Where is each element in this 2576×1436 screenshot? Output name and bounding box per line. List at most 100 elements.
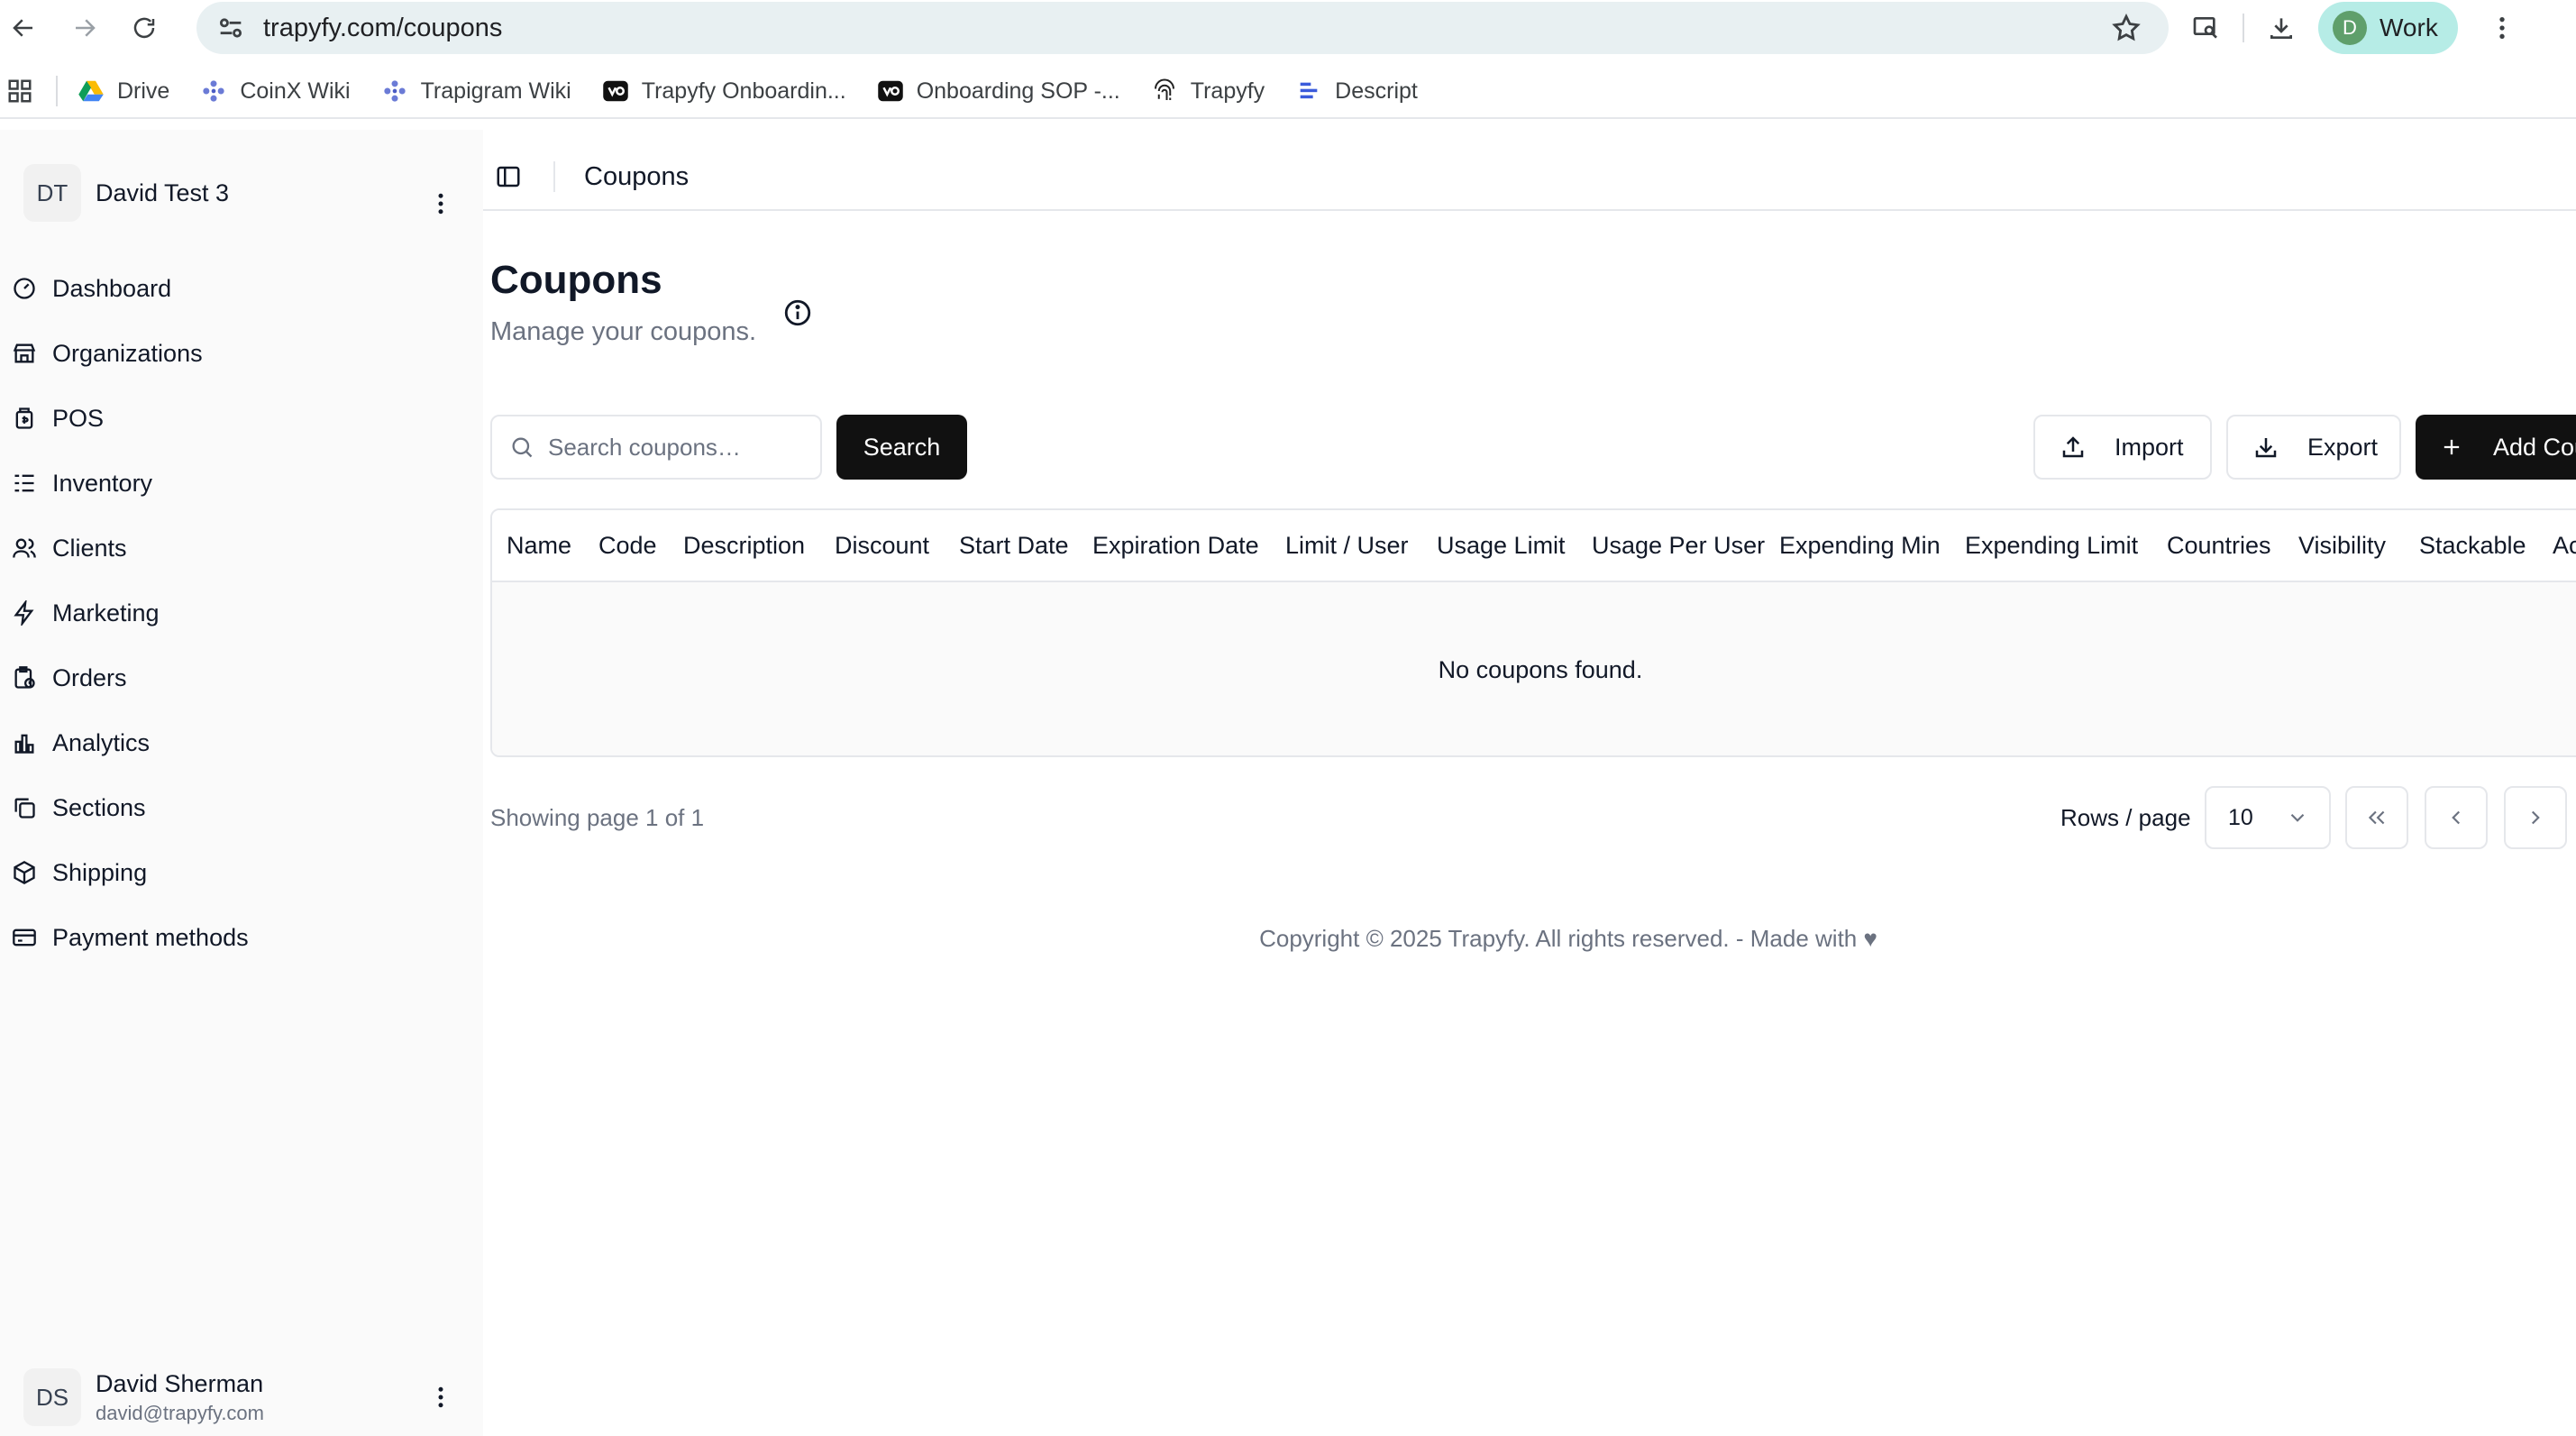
download-icon — [2252, 433, 2280, 462]
org-name: David Test 3 — [96, 178, 230, 206]
list-icon — [11, 470, 38, 497]
search-field[interactable] — [490, 415, 822, 480]
table-header: Name Code Description Discount Start Dat… — [492, 510, 2576, 582]
column-header[interactable]: Expending Min — [1779, 532, 1941, 560]
bolt-icon — [11, 599, 38, 627]
bookmarks-divider — [56, 76, 58, 106]
bookmark-star-icon[interactable] — [2111, 13, 2142, 43]
loom-icon — [877, 78, 904, 105]
main-header: Coupons — [483, 144, 2576, 211]
column-header[interactable]: Usage Per User — [1592, 532, 1765, 560]
reload-button[interactable] — [121, 5, 168, 51]
column-header[interactable]: Visibility — [2298, 532, 2386, 560]
column-header[interactable]: Name — [507, 532, 571, 560]
org-menu-icon[interactable] — [427, 186, 454, 222]
column-header[interactable]: Code — [598, 532, 657, 560]
sidebar-item-organizations[interactable]: Organizations — [0, 321, 483, 386]
upload-icon — [2059, 433, 2087, 462]
tab-search-icon[interactable] — [2181, 4, 2230, 52]
site-settings-icon[interactable] — [215, 12, 247, 44]
wiki-icon — [381, 78, 408, 105]
chevrons-left-icon — [2368, 810, 2385, 825]
coupons-table: Name Code Description Discount Start Dat… — [490, 508, 2576, 757]
bookmark-trapyfy[interactable]: Trapyfy — [1151, 78, 1265, 105]
bookmark-coinx-wiki[interactable]: CoinX Wiki — [200, 78, 351, 105]
sidebar-item-dashboard[interactable]: Dashboard — [0, 256, 483, 321]
table-empty-row: No coupons found. — [492, 582, 2576, 755]
profile-button[interactable]: D Work — [2318, 2, 2458, 54]
address-bar[interactable]: trapyfy.com/coupons — [196, 2, 2169, 54]
search-button[interactable]: Search — [836, 415, 967, 480]
column-header[interactable]: Limit / User — [1285, 532, 1409, 560]
sidebar: DT David Test 3 Dashboard Organizations … — [0, 130, 483, 1436]
rows-per-page-value: 10 — [2228, 804, 2253, 830]
page-subtitle: Manage your coupons. — [490, 317, 757, 346]
user-menu[interactable]: DS David Sherman david@trapyfy.com — [23, 1368, 264, 1426]
sidebar-item-marketing[interactable]: Marketing — [0, 581, 483, 645]
sidebar-item-payment-methods[interactable]: Payment methods — [0, 905, 483, 970]
sidebar-toggle-icon[interactable] — [494, 162, 523, 191]
apps-grid-icon[interactable] — [2, 73, 38, 109]
info-icon[interactable] — [782, 297, 813, 328]
sidebar-item-orders[interactable]: Orders — [0, 645, 483, 710]
sidebar-item-analytics[interactable]: Analytics — [0, 710, 483, 775]
footer-copyright: Copyright © 2025 Trapyfy. All rights res… — [1259, 925, 1877, 952]
reload-icon — [133, 17, 155, 39]
bookmark-drive[interactable]: Drive — [78, 78, 169, 105]
column-header[interactable]: Start Date — [959, 532, 1069, 560]
column-header[interactable]: Stackable — [2419, 532, 2526, 560]
sidebar-item-label: Marketing — [52, 599, 160, 627]
chevron-right-icon — [2531, 810, 2540, 825]
column-header[interactable]: Expending Limit — [1965, 532, 2138, 560]
chevron-down-icon — [2290, 813, 2305, 822]
forward-button[interactable] — [61, 5, 108, 51]
org-switcher[interactable]: DT David Test 3 — [23, 164, 229, 222]
user-avatar: DS — [23, 1368, 81, 1426]
import-button[interactable]: Import — [2033, 415, 2212, 480]
user-info: David Sherman david@trapyfy.com — [96, 1370, 264, 1425]
browser-menu-icon[interactable] — [2478, 4, 2526, 52]
export-button[interactable]: Export — [2226, 415, 2401, 480]
package-icon — [11, 859, 38, 886]
fingerprint-icon — [1151, 78, 1178, 105]
add-coupon-label: Add Coupon — [2493, 433, 2576, 461]
column-header[interactable]: Description — [683, 532, 805, 560]
sidebar-item-shipping[interactable]: Shipping — [0, 840, 483, 905]
descript-icon — [1295, 78, 1322, 105]
column-header[interactable]: Actions — [2553, 532, 2576, 560]
add-coupon-button[interactable]: Add Coupon — [2416, 415, 2576, 480]
sidebar-item-sections[interactable]: Sections — [0, 775, 483, 840]
column-header[interactable]: Countries — [2167, 532, 2271, 560]
sidebar-item-clients[interactable]: Clients — [0, 516, 483, 581]
sidebar-item-label: Dashboard — [52, 274, 172, 302]
sidebar-item-label: Inventory — [52, 469, 153, 497]
arrow-right-icon — [76, 19, 96, 37]
sidebar-item-inventory[interactable]: Inventory — [0, 451, 483, 516]
plus-icon — [2437, 433, 2466, 462]
pos-icon — [11, 405, 38, 432]
first-page-button[interactable] — [2345, 786, 2408, 849]
sidebar-item-label: POS — [52, 404, 105, 432]
bookmark-label: Trapyfy — [1190, 78, 1265, 104]
bookmark-label: Trapyfy Onboardin... — [641, 78, 846, 104]
back-button[interactable] — [0, 5, 47, 51]
bookmark-trapyfy-onboarding[interactable]: Trapyfy Onboardin... — [602, 78, 846, 105]
search-input[interactable] — [548, 433, 809, 462]
bookmark-onboarding-sop[interactable]: Onboarding SOP -... — [877, 78, 1120, 105]
profile-avatar: D — [2333, 11, 2367, 45]
gauge-icon — [11, 275, 38, 302]
user-email: david@trapyfy.com — [96, 1401, 264, 1424]
column-header[interactable]: Discount — [835, 532, 929, 560]
sidebar-item-label: Organizations — [52, 339, 203, 367]
user-name: David Sherman — [96, 1369, 264, 1397]
column-header[interactable]: Expiration Date — [1092, 532, 1259, 560]
column-header[interactable]: Usage Limit — [1437, 532, 1566, 560]
previous-page-button[interactable] — [2425, 786, 2488, 849]
user-menu-icon[interactable] — [427, 1379, 454, 1415]
next-page-button[interactable] — [2504, 786, 2567, 849]
rows-per-page-select[interactable]: 10 — [2205, 786, 2331, 849]
download-icon[interactable] — [2257, 4, 2306, 52]
bookmark-trapigram-wiki[interactable]: Trapigram Wiki — [381, 78, 571, 105]
sidebar-item-pos[interactable]: POS — [0, 386, 483, 451]
bookmark-descript[interactable]: Descript — [1295, 78, 1418, 105]
